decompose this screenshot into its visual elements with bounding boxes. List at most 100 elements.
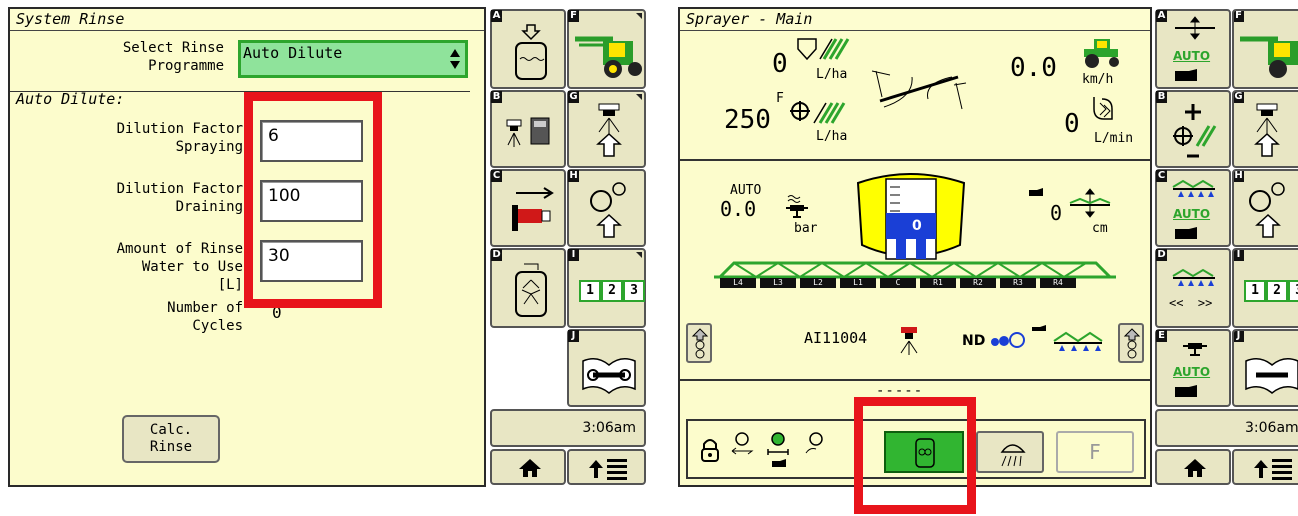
fold-arrow-icon xyxy=(1123,327,1141,365)
section-r3[interactable]: R3 xyxy=(1000,278,1036,288)
softkey-h-settings-up[interactable]: H xyxy=(567,169,646,247)
section-arrows: << >> xyxy=(1169,296,1213,310)
menu-button[interactable] xyxy=(567,449,646,485)
sprayer-icon xyxy=(573,27,643,85)
drain-valve-icon xyxy=(506,185,556,239)
rinse-amount-label: Amount of Rinse Water to Use [L] xyxy=(116,241,243,293)
person-partial-icon[interactable] xyxy=(804,431,824,465)
menu-up-icon xyxy=(1252,456,1296,483)
flow-value: 0 xyxy=(1064,109,1080,139)
tank-agitation-icon xyxy=(514,262,548,324)
section-l3[interactable]: L3 xyxy=(760,278,796,288)
nozzle-up-icon xyxy=(1252,102,1282,162)
section-r1[interactable]: R1 xyxy=(920,278,956,288)
softkey-b-rate-increase[interactable]: B xyxy=(1155,90,1231,168)
boom-sections: L4 L3 L2 L1 C R1 R2 R3 R4 xyxy=(720,278,1076,288)
left-boom-fold-button[interactable] xyxy=(686,323,712,363)
flow-icon xyxy=(1088,95,1118,133)
home-button[interactable] xyxy=(1155,449,1231,485)
nozzle-type: AI11004 xyxy=(804,329,868,347)
softkey-f-sprayer[interactable]: F xyxy=(1232,9,1298,89)
section-l4[interactable]: L4 xyxy=(720,278,756,288)
tank-graphic xyxy=(850,173,972,263)
home-button[interactable] xyxy=(490,449,566,485)
softkey-g-nozzle-up[interactable]: G xyxy=(1232,90,1298,168)
softkey-c-auto-section[interactable]: C AUTO xyxy=(1155,169,1231,247)
auto-label: AUTO xyxy=(1173,49,1211,63)
softkey-i-keypad[interactable]: I 1 2 3 xyxy=(567,248,646,328)
speed-unit: km/h xyxy=(1082,72,1114,87)
section-title: Auto Dilute: xyxy=(16,90,125,108)
time-display: 3:06am xyxy=(1155,409,1298,447)
nd-label: ND xyxy=(962,333,986,349)
dilution-draining-label: Dilution Factor Draining xyxy=(116,181,243,215)
fold-arrow-icon xyxy=(691,327,709,365)
softkey-i-keypad[interactable]: I 1 2 3 xyxy=(1232,248,1298,328)
cycles-label: Number of Cycles xyxy=(167,300,243,334)
menu-button[interactable] xyxy=(1232,449,1298,485)
f-button[interactable]: F xyxy=(1056,431,1134,473)
calc-rinse-button[interactable]: Calc. Rinse xyxy=(122,415,220,463)
hand-icon xyxy=(1173,383,1201,403)
dilution-spraying-label: Dilution Factor Spraying xyxy=(116,121,243,155)
number-keypad-icon: 1 2 3 xyxy=(579,280,645,302)
page-title: Sprayer - Main xyxy=(680,9,1150,31)
rinse-programme-dropdown[interactable]: Auto Dilute xyxy=(238,40,468,78)
target-rate-icon xyxy=(788,97,852,133)
boom-sections-icon xyxy=(1171,177,1217,203)
target-rate-prefix: F xyxy=(776,91,784,106)
speed-value: 0.0 xyxy=(1010,53,1057,83)
page-title: System Rinse xyxy=(10,9,484,31)
softkey-j-manual[interactable]: J xyxy=(1232,329,1298,407)
right-boom-fold-button[interactable] xyxy=(1118,323,1144,363)
pump-icon xyxy=(1181,339,1209,365)
softkey-d-agitation[interactable]: D xyxy=(490,248,566,328)
actual-rate-unit: L/ha xyxy=(816,67,848,82)
work-light-icon xyxy=(998,438,1028,472)
section-l1[interactable]: L1 xyxy=(840,278,876,288)
softkey-c-drain[interactable]: C xyxy=(490,169,566,247)
number-keypad-icon: 1 2 3 xyxy=(1244,280,1298,302)
home-icon xyxy=(518,458,542,482)
home-icon xyxy=(1183,458,1207,482)
dropdown-updown-icon xyxy=(449,48,461,69)
person-swap-icon[interactable] xyxy=(730,431,754,465)
boom-height-auto-icon xyxy=(1173,15,1217,45)
target-rate-unit: L/ha xyxy=(816,129,848,144)
section-c[interactable]: C xyxy=(880,278,916,288)
softkey-a-tank[interactable]: A xyxy=(490,9,566,89)
hand-icon xyxy=(1173,225,1201,245)
work-lights-button[interactable] xyxy=(976,431,1044,473)
softkey-f-sprayer[interactable]: F xyxy=(567,9,646,89)
rate-plus-minus-icon xyxy=(1171,100,1221,166)
auto-label: AUTO xyxy=(1173,365,1211,379)
section-l2[interactable]: L2 xyxy=(800,278,836,288)
pressure-unit: bar xyxy=(794,221,818,236)
nozzle-up-icon xyxy=(594,102,624,162)
boom-nozzles-icon xyxy=(1026,323,1106,357)
menu-up-icon xyxy=(587,456,631,484)
fields-highlight xyxy=(244,92,382,308)
lock-icon[interactable] xyxy=(700,437,720,467)
actual-rate-value: 0 xyxy=(772,49,788,79)
tank-button-highlight xyxy=(854,397,976,514)
droplet-size-icon xyxy=(990,331,1026,353)
softkey-j-manual[interactable]: J xyxy=(567,329,646,407)
boom-sections-icon xyxy=(1171,266,1217,292)
gears-up-icon xyxy=(1246,181,1290,243)
manual-wrench-icon xyxy=(1244,355,1298,399)
person-active-icon[interactable] xyxy=(766,431,794,475)
boom-height-unit: cm xyxy=(1092,221,1108,236)
section-r2[interactable]: R2 xyxy=(960,278,996,288)
programme-label: Select Rinse Programme xyxy=(122,40,224,74)
section-r4[interactable]: R4 xyxy=(1040,278,1076,288)
boom-height-value: 0 xyxy=(1050,201,1063,225)
softkey-a-auto-boom[interactable]: A AUTO xyxy=(1155,9,1231,89)
softkey-e-auto-pump[interactable]: E AUTO xyxy=(1155,329,1231,407)
softkey-b-rinse-calc[interactable]: B xyxy=(490,90,566,168)
hand-icon xyxy=(1173,67,1201,87)
softkey-g-nozzle-up[interactable]: G xyxy=(567,90,646,168)
softkey-h-settings-up[interactable]: H xyxy=(1232,169,1298,247)
pressure-mode: AUTO xyxy=(730,183,762,198)
softkey-d-section-shift[interactable]: D << >> xyxy=(1155,248,1231,328)
